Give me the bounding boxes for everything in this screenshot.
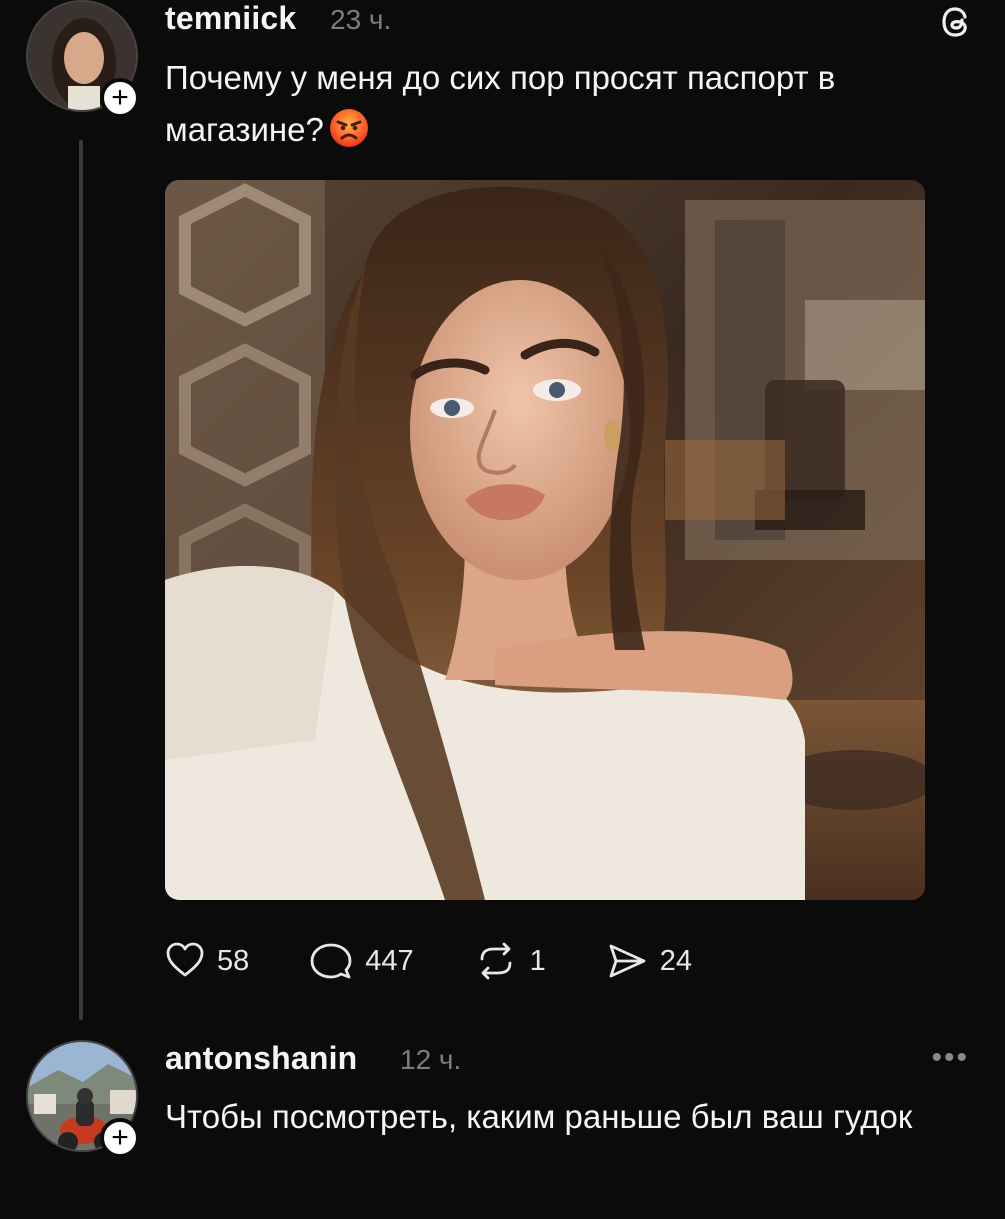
like-count: 58 [217,944,250,977]
post-photo[interactable] [165,180,925,900]
reply-text: Чтобы посмотреть, каким раньше был ваш г… [165,1098,913,1135]
repost-button[interactable]: 1 [474,941,546,981]
post-text: Почему у меня до сих пор просят паспорт … [165,52,985,156]
post-actions-bar: 58 447 1 24 [165,936,752,986]
share-count: 24 [659,944,693,977]
share-button[interactable]: 24 [606,941,692,981]
thread-connector-line [79,140,83,1020]
angry-face-icon [329,109,368,147]
comment-count: 447 [365,944,414,977]
post-timestamp: 23 ч. [330,4,392,35]
repost-icon [480,942,512,980]
comment-button[interactable]: 447 [309,941,414,981]
like-button[interactable]: 58 [165,941,249,981]
heart-icon [166,942,204,977]
comment-bubble-icon [310,943,352,979]
repost-count: 1 [529,944,546,977]
follow-author-plus-icon[interactable]: + [100,78,140,118]
selfie-image [165,180,925,900]
threads-logo-icon[interactable] [937,2,977,42]
author-username[interactable]: temniick [165,0,296,37]
post-text-content: Почему у меня до сих пор просят паспорт … [165,59,836,148]
reply-username[interactable]: antonshanin [165,1040,357,1077]
reply-timestamp: 12 ч. [400,1044,462,1075]
more-dots-icon[interactable]: ••• [931,1043,969,1073]
follow-reply-author-plus-icon[interactable]: + [100,1118,140,1158]
send-icon [609,944,646,978]
